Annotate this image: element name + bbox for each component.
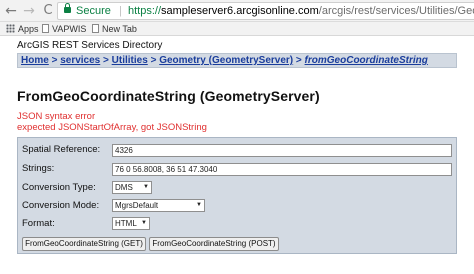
address-bar[interactable]: Secure | https://sampleserver6.arcgisonl…: [57, 2, 474, 20]
breadcrumb-separator: >: [103, 55, 109, 66]
url-separator: |: [119, 5, 122, 17]
url-host: sampleserver6.arcgisonline.com: [161, 5, 319, 17]
spatial-reference-label: Spatial Reference:: [22, 144, 101, 155]
browser-toolbar: ← → C Secure | https://sampleserver6.arc…: [0, 0, 474, 22]
url-path: /arcgis/rest/services/Utilities/Geometry…: [318, 5, 474, 17]
url-text: https://sampleserver6.arcgisonline.com/a…: [128, 3, 474, 19]
page-icon: [42, 24, 49, 33]
breadcrumb-home[interactable]: Home: [21, 55, 49, 66]
url-scheme: https://: [128, 5, 162, 17]
breadcrumb-operation[interactable]: fromGeoCoordinateString: [305, 55, 428, 66]
secure-label: Secure: [76, 5, 111, 17]
lock-icon: [64, 3, 71, 13]
directory-header: ArcGIS REST Services Directory: [17, 40, 163, 51]
spatial-reference-input[interactable]: 4326: [112, 144, 452, 157]
conversion-mode-value: MgrsDefault: [115, 201, 159, 210]
bookmark-vapwis[interactable]: VAPWIS: [42, 22, 86, 36]
page-icon: [92, 24, 99, 33]
page-title: FromGeoCoordinateString (GeometryServer): [17, 88, 320, 104]
conversion-mode-label: Conversion Mode:: [22, 200, 100, 211]
format-value: HTML: [115, 219, 137, 228]
error-detail: expected JSONStartOfArray, got JSONStrin…: [17, 122, 207, 133]
format-select[interactable]: HTML ▼: [112, 217, 150, 230]
dropdown-arrow-icon: ▼: [141, 220, 147, 226]
breadcrumb-separator: >: [150, 55, 157, 66]
submit-get-button[interactable]: FromGeoCoordinateString (GET): [22, 237, 146, 251]
strings-label: Strings:: [22, 163, 55, 174]
dropdown-arrow-icon: ▼: [143, 184, 149, 190]
bookmark-label: VAPWIS: [52, 24, 87, 34]
forward-arrow-icon[interactable]: →: [21, 3, 37, 19]
dropdown-arrow-icon: ▼: [196, 202, 202, 208]
conversion-type-value: DMS: [115, 183, 133, 192]
conversion-mode-select[interactable]: MgrsDefault ▼: [112, 199, 205, 212]
back-arrow-icon[interactable]: ←: [3, 3, 19, 19]
breadcrumb-separator: >: [295, 55, 302, 66]
conversion-type-select[interactable]: DMS ▼: [112, 181, 152, 194]
bookmark-new-tab[interactable]: New Tab: [92, 22, 137, 36]
breadcrumb-services[interactable]: services: [60, 55, 100, 66]
bookmarks-bar: Apps VAPWIS New Tab: [0, 22, 474, 36]
error-message: JSON syntax error: [17, 111, 96, 122]
format-label: Format:: [22, 218, 55, 229]
breadcrumb-geometry[interactable]: Geometry (GeometryServer): [159, 55, 293, 66]
apps-grid-icon: [6, 24, 15, 33]
breadcrumb-separator: >: [51, 55, 58, 66]
reload-icon[interactable]: C: [40, 3, 56, 19]
conversion-type-label: Conversion Type:: [22, 182, 96, 193]
strings-input[interactable]: 76 0 56.8008, 36 51 47.3040: [112, 163, 452, 176]
bookmark-apps[interactable]: Apps: [6, 22, 39, 36]
submit-post-button[interactable]: FromGeoCoordinateString (POST): [149, 237, 279, 251]
bookmark-label: New Tab: [102, 24, 137, 34]
breadcrumb: Home > services > Utilities > Geometry (…: [17, 53, 457, 68]
breadcrumb-utilities[interactable]: Utilities: [112, 55, 148, 66]
bookmark-label: Apps: [18, 24, 39, 34]
operation-form: Spatial Reference: 4326 Strings: 76 0 56…: [17, 137, 457, 254]
